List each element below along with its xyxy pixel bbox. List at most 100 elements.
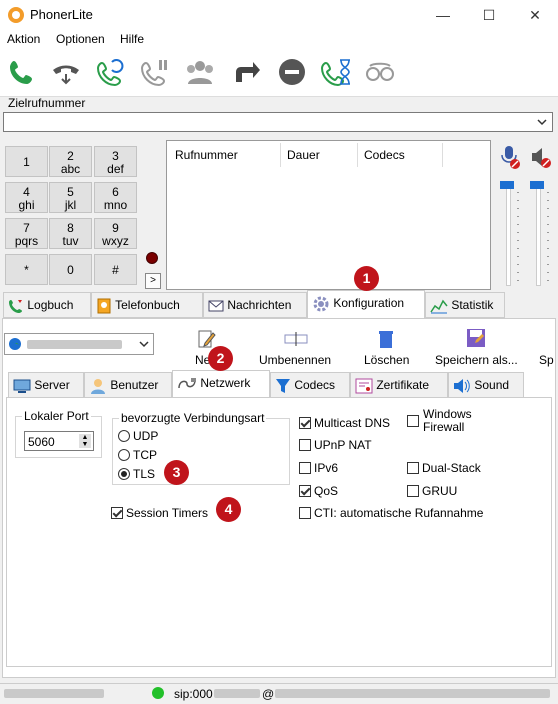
- minimize-button[interactable]: —: [420, 0, 466, 30]
- close-button[interactable]: ✕: [512, 0, 558, 30]
- chevron-down-icon[interactable]: [536, 115, 548, 129]
- local-port-value: 5060: [28, 435, 55, 449]
- profile-combobox[interactable]: [4, 333, 154, 355]
- radio-tcp-button[interactable]: [118, 448, 130, 461]
- cti-auto-answer-box[interactable]: [299, 506, 311, 519]
- volume-tick: [547, 272, 549, 273]
- upnp-nat-checkbox[interactable]: UPnP NAT: [299, 437, 372, 452]
- spin-up-icon[interactable]: ▲: [79, 434, 91, 441]
- transfer-icon[interactable]: [230, 56, 262, 88]
- keypad-key[interactable]: *: [5, 254, 48, 285]
- keypad-key[interactable]: 2 abc: [49, 146, 92, 177]
- keypad-key[interactable]: #: [94, 254, 137, 285]
- column-divider[interactable]: [442, 143, 443, 167]
- tab-nachrichten[interactable]: Nachrichten: [203, 292, 307, 318]
- local-port-spinner[interactable]: 5060 ▲ ▼: [24, 431, 94, 451]
- keypad-key[interactable]: 8 tuv: [49, 218, 92, 249]
- qos-checkbox[interactable]: QoS: [299, 483, 338, 498]
- account-name-redacted: [4, 689, 104, 698]
- column-divider[interactable]: [357, 143, 358, 167]
- tab-zertifikate[interactable]: Zertifikate: [350, 372, 448, 398]
- window-title: PhonerLite: [30, 7, 93, 22]
- menu-aktion[interactable]: Aktion: [7, 32, 40, 46]
- key-digit: 1: [23, 155, 30, 169]
- save-as-icon[interactable]: [466, 328, 486, 348]
- radio-udp[interactable]: UDP: [118, 428, 158, 443]
- conference-icon[interactable]: [184, 56, 216, 88]
- radio-tls[interactable]: TLS: [118, 466, 155, 481]
- column-header-rufnummer[interactable]: Rufnummer: [175, 148, 238, 162]
- speaker-volume-thumb[interactable]: [530, 181, 544, 189]
- keypad-key[interactable]: 5 jkl: [49, 182, 92, 213]
- dual-stack-checkbox[interactable]: Dual-Stack: [407, 460, 481, 475]
- record-led-icon[interactable]: [146, 252, 158, 264]
- dual-stack-box[interactable]: [407, 461, 419, 474]
- microphone-volume-slider[interactable]: [506, 186, 511, 286]
- trash-icon[interactable]: [377, 329, 395, 349]
- status-online-icon: [152, 687, 164, 699]
- maximize-button[interactable]: ☐: [466, 0, 512, 30]
- keypad-key[interactable]: 0: [49, 254, 92, 285]
- tab-netzwerk[interactable]: Netzwerk: [172, 370, 270, 398]
- microphone-mute-icon[interactable]: [500, 144, 520, 170]
- gruu-checkbox[interactable]: GRUU: [407, 483, 457, 498]
- call-wait-icon[interactable]: [320, 56, 352, 88]
- call-icon[interactable]: [6, 56, 38, 88]
- keypad-key[interactable]: 9 wxyz: [94, 218, 137, 249]
- keypad-key[interactable]: 1: [5, 146, 48, 177]
- tab-konfiguration[interactable]: Konfiguration: [307, 290, 425, 318]
- gruu-box[interactable]: [407, 484, 419, 497]
- cti-auto-answer-checkbox[interactable]: CTI: automatische Rufannahme: [299, 505, 483, 520]
- menu-hilfe[interactable]: Hilfe: [120, 32, 144, 46]
- anonymous-icon[interactable]: [364, 56, 396, 88]
- tab-sound[interactable]: Sound: [448, 372, 524, 398]
- windows-firewall-box[interactable]: [407, 415, 419, 427]
- speaker-mute-icon[interactable]: [530, 144, 552, 170]
- keypad-key[interactable]: 4 ghi: [5, 182, 48, 213]
- ipv6-box[interactable]: [299, 461, 311, 474]
- qos-box[interactable]: [299, 484, 311, 497]
- tab-statistik[interactable]: Statistik: [425, 292, 505, 318]
- new-icon[interactable]: [196, 328, 216, 350]
- sip-user-redacted: [214, 689, 260, 698]
- save-as-button[interactable]: Speichern als...: [435, 353, 518, 367]
- rename-button[interactable]: Umbenennen: [259, 353, 331, 367]
- menu-optionen[interactable]: Optionen: [56, 32, 105, 46]
- chevron-down-icon[interactable]: [139, 339, 149, 349]
- column-divider[interactable]: [280, 143, 281, 167]
- tab-codecs[interactable]: Codecs: [270, 372, 350, 398]
- reject-icon[interactable]: [276, 56, 308, 88]
- redial-icon[interactable]: [94, 56, 126, 88]
- multicast-dns-checkbox[interactable]: Multicast DNS: [299, 415, 390, 430]
- tab-logbuch[interactable]: Logbuch: [3, 292, 91, 318]
- delete-button[interactable]: Löschen: [364, 353, 409, 367]
- hangup-icon[interactable]: [50, 56, 82, 88]
- radio-udp-button[interactable]: [118, 429, 130, 442]
- session-timers-box[interactable]: [111, 506, 123, 519]
- keypad-key[interactable]: 6 mno: [94, 182, 137, 213]
- expand-button[interactable]: >: [145, 273, 161, 289]
- rename-icon[interactable]: [284, 330, 308, 348]
- tab-benutzer[interactable]: Benutzer: [84, 372, 172, 398]
- column-header-dauer[interactable]: Dauer: [287, 148, 320, 162]
- number-combobox[interactable]: [3, 112, 553, 132]
- speaker-volume-slider[interactable]: [536, 186, 541, 286]
- microphone-volume-thumb[interactable]: [500, 181, 514, 189]
- tab-telefonbuch[interactable]: Telefonbuch: [91, 292, 203, 318]
- keypad-key[interactable]: 7 pqrs: [5, 218, 48, 249]
- tab-server[interactable]: Server: [8, 372, 84, 398]
- upnp-nat-box[interactable]: [299, 438, 311, 451]
- column-header-codecs[interactable]: Codecs: [364, 148, 405, 162]
- sip-domain-redacted: [275, 689, 550, 698]
- save-button[interactable]: Sp: [539, 353, 554, 367]
- session-timers-checkbox[interactable]: Session Timers: [111, 505, 208, 520]
- keypad-key[interactable]: 3 def: [94, 146, 137, 177]
- hold-icon[interactable]: [138, 56, 170, 88]
- radio-tcp[interactable]: TCP: [118, 447, 157, 462]
- ipv6-checkbox[interactable]: IPv6: [299, 460, 338, 475]
- volume-tick: [517, 216, 519, 217]
- radio-tls-button[interactable]: [118, 467, 130, 480]
- volume-tick: [547, 248, 549, 249]
- spin-down-icon[interactable]: ▼: [79, 441, 91, 448]
- multicast-dns-box[interactable]: [299, 416, 311, 429]
